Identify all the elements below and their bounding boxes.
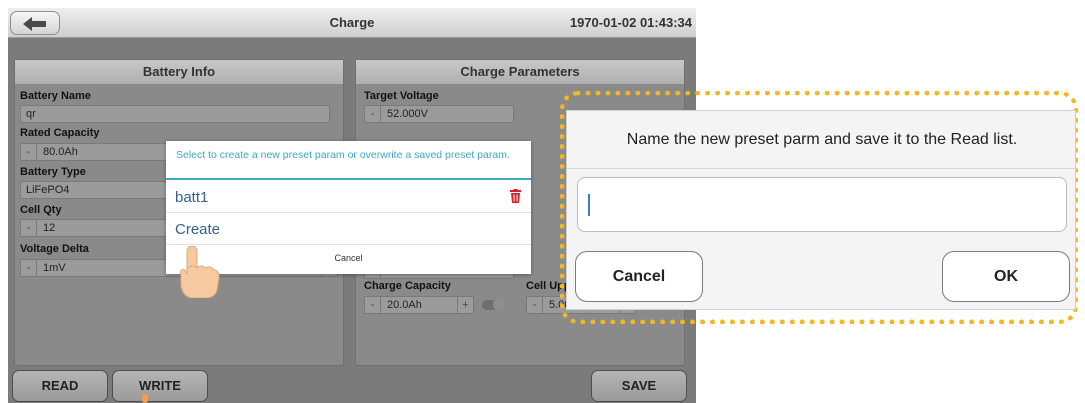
preset-option-label: batt1: [175, 189, 209, 206]
decrement-button[interactable]: -: [21, 220, 37, 236]
preset-name-input[interactable]: [577, 177, 1067, 232]
charge-capacity-label: Charge Capacity: [364, 280, 451, 292]
preset-option-batt1[interactable]: batt1: [166, 183, 531, 213]
battery-info-title: Battery Info: [15, 60, 343, 84]
battery-name-label: Battery Name: [20, 90, 91, 102]
cell-qty-stepper[interactable]: - 12: [20, 219, 170, 237]
cell-qty-value: 12: [43, 222, 56, 234]
ok-button[interactable]: OK: [942, 251, 1070, 302]
charge-capacity-stepper[interactable]: - 20.0Ah +: [364, 296, 474, 314]
voltage-delta-label: Voltage Delta: [20, 243, 89, 255]
dialog-title: Name the new preset parm and save it to …: [567, 111, 1077, 169]
battery-type-field[interactable]: LiFePO4: [20, 181, 170, 199]
decrement-button[interactable]: -: [365, 297, 381, 313]
rated-capacity-label: Rated Capacity: [20, 127, 100, 139]
pointing-hand-icon: [142, 394, 148, 403]
read-button[interactable]: READ: [12, 370, 108, 402]
datetime-label: 1970-01-02 01:43:34: [569, 15, 692, 30]
name-preset-dialog: Name the new preset parm and save it to …: [566, 110, 1077, 310]
trash-icon[interactable]: [510, 189, 521, 203]
voltage-delta-value: 1mV: [43, 262, 66, 274]
charge-capacity-value: 20.0Ah: [387, 299, 422, 311]
rated-capacity-value: 80.0Ah: [43, 146, 78, 158]
increment-button[interactable]: +: [457, 297, 473, 313]
target-voltage-stepper[interactable]: - 52.000V: [364, 105, 514, 123]
target-voltage-value: 52.000V: [387, 108, 428, 120]
battery-name-field[interactable]: qr: [20, 105, 330, 123]
battery-type-label: Battery Type: [20, 166, 86, 178]
text-caret: [588, 194, 590, 216]
decrement-button[interactable]: -: [21, 260, 37, 276]
rated-capacity-stepper[interactable]: - 80.0Ah: [20, 143, 170, 161]
charge-capacity-toggle[interactable]: [482, 298, 506, 311]
cell-qty-label: Cell Qty: [20, 204, 62, 216]
charge-parameters-title: Charge Parameters: [356, 60, 684, 84]
save-button[interactable]: SAVE: [591, 370, 687, 402]
target-voltage-label: Target Voltage: [364, 90, 439, 102]
decrement-button[interactable]: -: [527, 297, 543, 313]
pointing-hand-icon: [180, 246, 220, 298]
decrement-button[interactable]: -: [21, 144, 37, 160]
top-bar: Charge 1970-01-02 01:43:34: [8, 8, 696, 38]
decrement-button[interactable]: -: [365, 106, 381, 122]
preset-option-label: Create: [175, 221, 221, 238]
cancel-button[interactable]: Cancel: [575, 251, 703, 302]
preset-option-create[interactable]: Create: [166, 215, 531, 245]
write-button[interactable]: WRITE: [112, 370, 208, 402]
dialog-divider: [166, 178, 531, 180]
preset-dialog-message: Select to create a new preset param or o…: [176, 149, 510, 161]
